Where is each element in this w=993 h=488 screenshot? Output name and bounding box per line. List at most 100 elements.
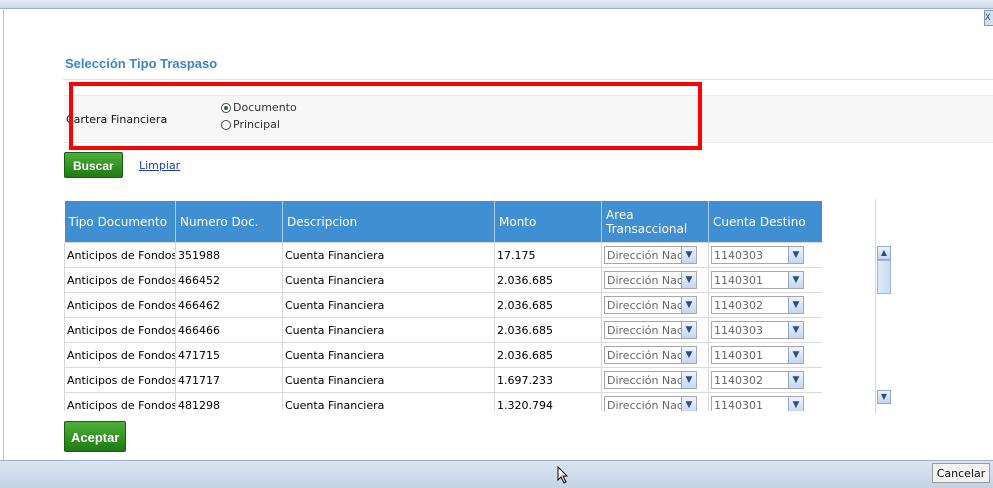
window-titlebar bbox=[0, 0, 993, 9]
chevron-down-icon[interactable]: ▼ bbox=[681, 272, 696, 288]
area-select-value: Dirección Nac bbox=[607, 273, 681, 287]
col-header-numero[interactable]: Numero Doc. bbox=[175, 201, 283, 243]
cuenta-select-value: 1140303 bbox=[714, 323, 763, 337]
cell-descripcion: Cuenta Financiera bbox=[282, 342, 495, 368]
cell-descripcion: Cuenta Financiera bbox=[282, 392, 495, 411]
chevron-down-icon[interactable]: ▼ bbox=[788, 297, 803, 313]
accept-button[interactable]: Aceptar bbox=[64, 421, 127, 452]
cuenta-select[interactable]: 1140302 ▼ bbox=[711, 296, 804, 314]
cell-area: Dirección Nac ▼ bbox=[601, 292, 709, 318]
col-header-cuenta[interactable]: Cuenta Destino bbox=[708, 201, 822, 243]
chevron-down-icon[interactable]: ▼ bbox=[788, 272, 803, 288]
col-header-monto[interactable]: Monto bbox=[494, 201, 602, 243]
title-divider bbox=[63, 79, 993, 80]
cuenta-select[interactable]: 1140301 ▼ bbox=[711, 271, 804, 289]
table-row: Anticipos de Fondos 481298 Cuenta Financ… bbox=[64, 392, 822, 411]
chevron-down-icon[interactable]: ▼ bbox=[788, 347, 803, 363]
chevron-down-icon[interactable]: ▼ bbox=[681, 347, 696, 363]
chevron-down-icon[interactable]: ▼ bbox=[788, 322, 803, 338]
mouse-cursor-icon bbox=[557, 466, 569, 484]
cell-cuenta: 1140301 ▼ bbox=[708, 342, 822, 368]
cancel-button[interactable]: Cancelar bbox=[932, 463, 990, 483]
table-row: Anticipos de Fondos 351988 Cuenta Financ… bbox=[64, 242, 822, 268]
cell-cuenta: 1140301 ▼ bbox=[708, 392, 822, 411]
area-select-value: Dirección Nac bbox=[607, 248, 681, 262]
cell-area: Dirección Nac ▼ bbox=[601, 317, 709, 343]
chevron-down-icon[interactable]: ▼ bbox=[681, 397, 696, 411]
area-select-value: Dirección Nac bbox=[607, 323, 681, 337]
cuenta-select-value: 1140302 bbox=[714, 298, 763, 312]
cuenta-select[interactable]: 1140301 ▼ bbox=[711, 346, 804, 364]
cell-monto: 1.320.794 bbox=[494, 392, 602, 411]
cell-tipo: Anticipos de Fondos bbox=[64, 342, 176, 368]
close-button[interactable]: X bbox=[984, 10, 993, 26]
area-select-value: Dirección Nac bbox=[607, 398, 681, 412]
cuenta-select-value: 1140303 bbox=[714, 248, 763, 262]
cuenta-select[interactable]: 1140303 ▼ bbox=[711, 246, 804, 264]
cell-area: Dirección Nac ▼ bbox=[601, 342, 709, 368]
col-header-tipo[interactable]: Tipo Documento bbox=[64, 201, 176, 243]
cell-cuenta: 1140302 ▼ bbox=[708, 292, 822, 318]
cell-area: Dirección Nac ▼ bbox=[601, 392, 709, 411]
chevron-down-icon[interactable]: ▼ bbox=[788, 372, 803, 388]
cell-numero: 351988 bbox=[175, 242, 283, 268]
cell-numero: 471717 bbox=[175, 367, 283, 393]
table-row: Anticipos de Fondos 466466 Cuenta Financ… bbox=[64, 317, 822, 343]
scroll-up-icon[interactable]: ▲ bbox=[877, 246, 891, 260]
cell-tipo: Anticipos de Fondos bbox=[64, 267, 176, 293]
cell-numero: 466462 bbox=[175, 292, 283, 318]
table-row: Anticipos de Fondos 471717 Cuenta Financ… bbox=[64, 367, 822, 393]
cuenta-select[interactable]: 1140301 ▼ bbox=[711, 396, 804, 411]
cell-descripcion: Cuenta Financiera bbox=[282, 267, 495, 293]
annotation-highlight-box bbox=[69, 82, 702, 150]
cell-descripcion: Cuenta Financiera bbox=[282, 242, 495, 268]
area-select[interactable]: Dirección Nac ▼ bbox=[604, 371, 697, 389]
cell-monto: 17.175 bbox=[494, 242, 602, 268]
area-select[interactable]: Dirección Nac ▼ bbox=[604, 346, 697, 364]
area-select[interactable]: Dirección Nac ▼ bbox=[604, 296, 697, 314]
cell-monto: 2.036.685 bbox=[494, 267, 602, 293]
cuenta-select-value: 1140301 bbox=[714, 398, 763, 412]
cell-numero: 471715 bbox=[175, 342, 283, 368]
cell-monto: 2.036.685 bbox=[494, 292, 602, 318]
area-select[interactable]: Dirección Nac ▼ bbox=[604, 321, 697, 339]
scrollbar-thumb[interactable] bbox=[877, 260, 891, 294]
window-border bbox=[3, 8, 4, 460]
scroll-down-icon[interactable]: ▼ bbox=[877, 390, 891, 404]
documents-grid: Tipo Documento Numero Doc. Descripcion M… bbox=[64, 201, 822, 411]
table-row: Anticipos de Fondos 471715 Cuenta Financ… bbox=[64, 342, 822, 368]
cell-tipo: Anticipos de Fondos bbox=[64, 292, 176, 318]
chevron-down-icon[interactable]: ▼ bbox=[681, 297, 696, 313]
cell-cuenta: 1140302 ▼ bbox=[708, 367, 822, 393]
cell-numero: 481298 bbox=[175, 392, 283, 411]
cuenta-select[interactable]: 1140303 ▼ bbox=[711, 321, 804, 339]
table-row: Anticipos de Fondos 466452 Cuenta Financ… bbox=[64, 267, 822, 293]
cell-monto: 1.697.233 bbox=[494, 367, 602, 393]
cuenta-select[interactable]: 1140302 ▼ bbox=[711, 371, 804, 389]
cell-area: Dirección Nac ▼ bbox=[601, 242, 709, 268]
chevron-down-icon[interactable]: ▼ bbox=[681, 322, 696, 338]
col-header-descripcion[interactable]: Descripcion bbox=[282, 201, 495, 243]
cell-numero: 466452 bbox=[175, 267, 283, 293]
cell-cuenta: 1140303 ▼ bbox=[708, 242, 822, 268]
cell-tipo: Anticipos de Fondos bbox=[64, 392, 176, 411]
cell-monto: 2.036.685 bbox=[494, 342, 602, 368]
chevron-down-icon[interactable]: ▼ bbox=[681, 247, 696, 263]
table-row: Anticipos de Fondos 466462 Cuenta Financ… bbox=[64, 292, 822, 318]
dialog-footer bbox=[0, 460, 993, 488]
cuenta-select-value: 1140301 bbox=[714, 273, 763, 287]
cell-area: Dirección Nac ▼ bbox=[601, 267, 709, 293]
chevron-down-icon[interactable]: ▼ bbox=[788, 247, 803, 263]
search-button[interactable]: Buscar bbox=[64, 152, 123, 178]
area-select[interactable]: Dirección Nac ▼ bbox=[604, 396, 697, 411]
cell-tipo: Anticipos de Fondos bbox=[64, 242, 176, 268]
chevron-down-icon[interactable]: ▼ bbox=[681, 372, 696, 388]
cuenta-select-value: 1140302 bbox=[714, 373, 763, 387]
cell-descripcion: Cuenta Financiera bbox=[282, 292, 495, 318]
cell-tipo: Anticipos de Fondos bbox=[64, 317, 176, 343]
clear-link[interactable]: Limpiar bbox=[139, 159, 180, 172]
col-header-area[interactable]: Area Transaccional bbox=[601, 201, 709, 243]
chevron-down-icon[interactable]: ▼ bbox=[788, 397, 803, 411]
area-select[interactable]: Dirección Nac ▼ bbox=[604, 246, 697, 264]
area-select[interactable]: Dirección Nac ▼ bbox=[604, 271, 697, 289]
